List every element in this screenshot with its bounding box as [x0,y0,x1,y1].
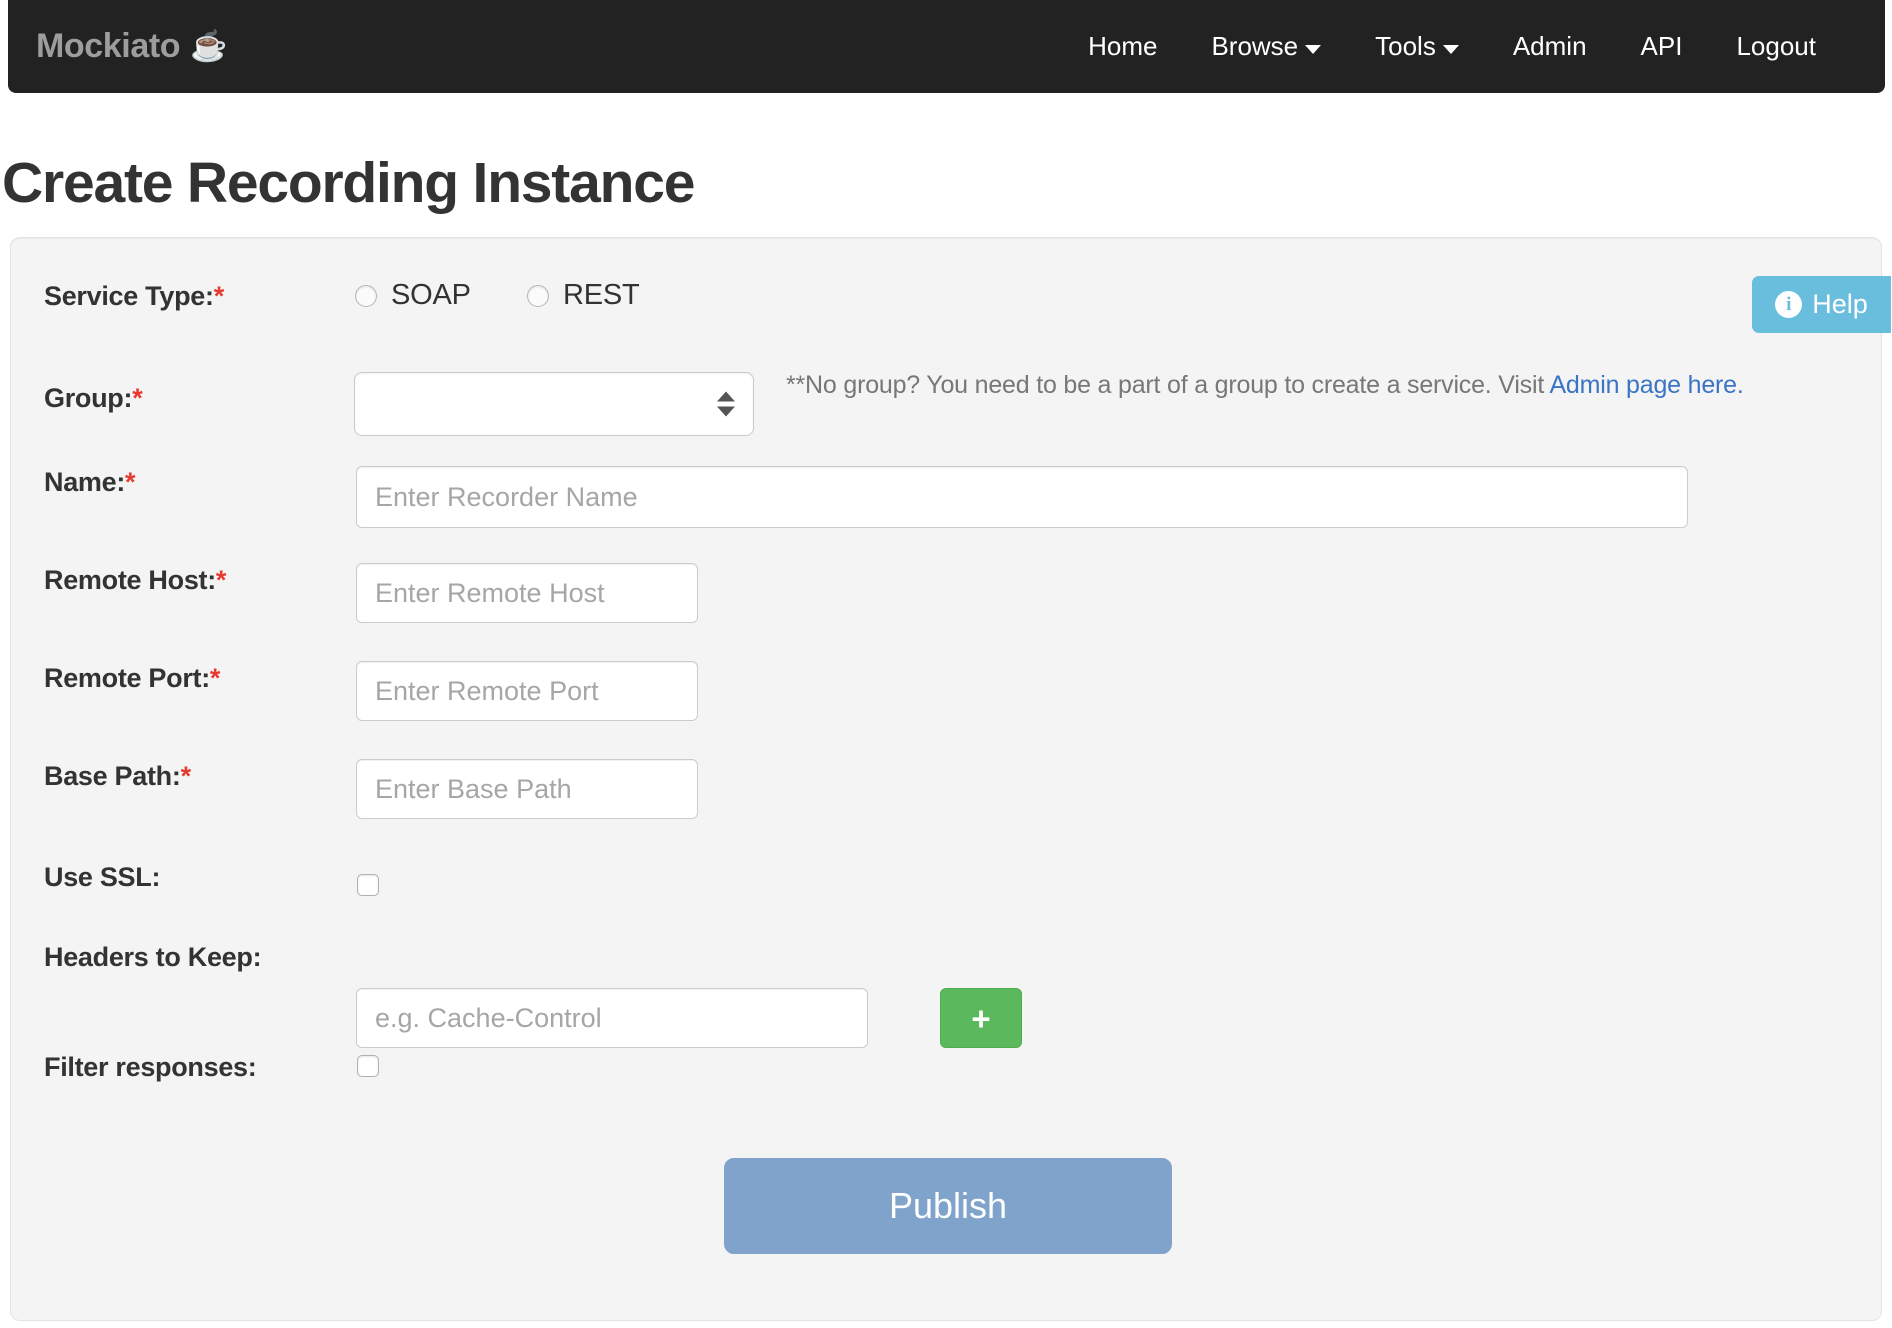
base-path-input[interactable] [356,759,698,819]
nav-item-tools-label: Tools [1375,31,1436,61]
nav-links: Home Browse Tools Admin API Logout [1061,31,1843,62]
remote-port-label-text: Remote Port: [44,663,210,693]
service-type-label-text: Service Type: [44,281,214,311]
nav-item-api[interactable]: API [1614,31,1710,62]
radio-option-rest[interactable]: REST [527,279,640,312]
page-title: Create Recording Instance [2,151,695,216]
required-marker: * [132,383,143,413]
use-ssl-checkbox[interactable] [357,874,379,896]
nav-item-browse-label: Browse [1211,31,1299,61]
group-hint-text: **No group? You need to be a part of a g… [786,371,1550,399]
chevron-down-icon [1442,45,1459,54]
group-label-text: Group: [44,383,133,413]
nav-item-admin[interactable]: Admin [1486,31,1614,62]
use-ssl-label: Use SSL: [44,862,161,892]
service-type-label: Service Type:* [44,281,224,312]
help-button[interactable]: i Help [1752,276,1891,333]
remote-host-input[interactable] [356,563,698,623]
headers-to-keep-label: Headers to Keep: [44,942,262,972]
nav-item-admin-label: Admin [1512,31,1587,61]
required-marker: * [180,761,192,791]
brand-name: Mockiato [36,27,181,65]
radio-soap-input[interactable] [355,284,377,307]
nav-item-api-label: API [1640,31,1683,61]
filter-responses-label: Filter responses: [44,1052,257,1082]
base-path-label: Base Path:* [44,761,191,792]
name-label: Name:* [44,467,136,498]
add-header-button[interactable]: + [940,988,1022,1048]
arrow-down-icon [717,406,735,417]
admin-page-link[interactable]: Admin page here. [1549,371,1743,399]
name-label-text: Name: [44,467,126,497]
base-path-label-text: Base Path: [44,761,181,791]
radio-option-soap[interactable]: SOAP [355,279,471,312]
group-label: Group:* [44,383,143,414]
required-marker: * [209,663,221,693]
required-marker: * [215,565,227,595]
nav-item-tools[interactable]: Tools [1348,31,1486,62]
group-hint: **No group? You need to be a part of a g… [786,371,1744,400]
navbar: Mockiato ☕ Home Browse Tools Admin API L… [8,0,1885,93]
select-stepper-arrows-icon [717,391,735,417]
publish-button[interactable]: Publish [724,1158,1172,1254]
chevron-down-icon [1305,45,1322,54]
brand-logo[interactable]: Mockiato ☕ [36,27,228,66]
coffee-cup-icon: ☕ [190,29,228,63]
filter-responses-checkbox[interactable] [357,1055,379,1077]
radio-rest-input[interactable] [527,284,549,307]
headers-to-keep-input[interactable] [356,988,868,1048]
group-select[interactable] [354,372,754,436]
help-button-label: Help [1812,289,1868,319]
radio-rest-label: REST [563,279,640,311]
remote-host-label-text: Remote Host: [44,565,216,595]
remote-port-input[interactable] [356,661,698,721]
nav-item-logout[interactable]: Logout [1709,31,1843,62]
radio-soap-label: SOAP [391,279,471,311]
nav-item-home-label: Home [1088,31,1158,61]
nav-item-browse[interactable]: Browse [1184,31,1348,62]
name-input[interactable] [356,466,1688,528]
required-marker: * [125,467,136,497]
arrow-up-icon [717,391,735,402]
nav-item-logout-label: Logout [1736,31,1816,61]
nav-item-home[interactable]: Home [1061,31,1184,62]
remote-host-label: Remote Host:* [44,565,226,596]
required-marker: * [213,281,225,311]
remote-port-label: Remote Port:* [44,663,220,694]
info-icon: i [1775,291,1803,318]
